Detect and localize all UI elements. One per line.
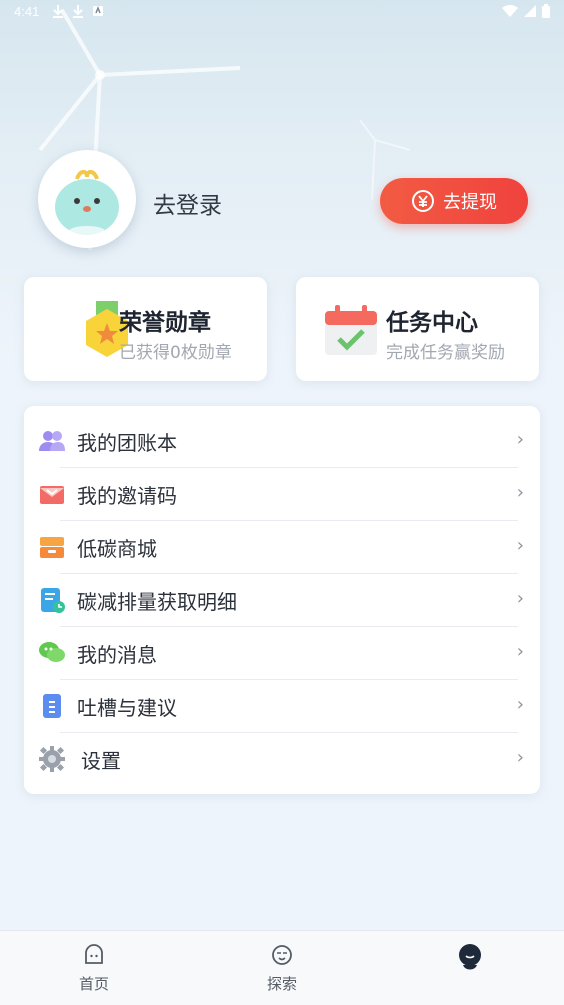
chevron-right-icon: ›	[516, 694, 524, 715]
download-icon	[73, 5, 83, 18]
store-icon	[40, 537, 64, 558]
mine-avatar-icon	[459, 944, 481, 970]
menu-item-low-carbon-store[interactable]: 低碳商城 ›	[24, 520, 540, 573]
honor-medal-card[interactable]: 荣誉勋章 已获得0枚勋章	[24, 277, 267, 381]
chat-icon	[39, 642, 65, 662]
menu-item-messages[interactable]: 我的消息 ›	[24, 626, 540, 679]
status-bar: 4:41	[0, 0, 564, 24]
home-face-icon	[85, 944, 103, 964]
system-icons	[502, 4, 550, 18]
withdraw-label: 去提现	[443, 192, 497, 213]
menu-label: 我的邀请码	[77, 484, 177, 508]
download-icon	[53, 5, 63, 18]
menu-list: 我的团账本 › 我的邀请码 › 低碳商城 › 碳减排量获取明细 › 我的消息 ›…	[24, 406, 540, 794]
menu-label: 吐槽与建议	[77, 696, 177, 720]
menu-label: 我的消息	[77, 643, 157, 667]
menu-item-group-ledger[interactable]: 我的团账本 ›	[24, 414, 540, 467]
chevron-right-icon: ›	[516, 747, 524, 768]
envelope-icon	[40, 486, 64, 504]
explore-face-icon	[272, 945, 292, 965]
login-link[interactable]: 去登录	[153, 186, 222, 220]
signal-icon	[524, 5, 536, 17]
calendar-check-icon	[325, 305, 377, 355]
menu-item-settings[interactable]: 设置 ›	[24, 732, 540, 785]
task-subtitle: 完成任务赢奖励	[386, 343, 505, 363]
notification-icons	[52, 4, 104, 18]
menu-label: 低碳商城	[77, 537, 157, 561]
gear-icon	[39, 746, 65, 772]
task-center-card[interactable]: 任务中心 完成任务赢奖励	[296, 277, 539, 381]
chevron-right-icon: ›	[516, 482, 524, 503]
wifi-icon	[502, 4, 518, 18]
honor-subtitle: 已获得0枚勋章	[119, 343, 232, 363]
chevron-right-icon: ›	[516, 588, 524, 609]
task-title: 任务中心	[386, 310, 478, 336]
bottom-tab-bar: 首页 探索	[0, 930, 564, 1005]
tab-label: 探索	[266, 975, 297, 993]
withdraw-button[interactable]: 去提现	[380, 178, 528, 224]
chevron-right-icon: ›	[516, 429, 524, 450]
mascot-avatar-icon	[55, 170, 119, 236]
yuan-coin-icon	[412, 190, 434, 212]
tab-explore[interactable]: 探索	[242, 943, 322, 994]
tab-label: 首页	[78, 975, 109, 993]
battery-icon	[542, 4, 550, 18]
avatar[interactable]	[38, 150, 136, 248]
menu-item-carbon-reduction-detail[interactable]: 碳减排量获取明细 ›	[24, 573, 540, 626]
chevron-right-icon: ›	[516, 535, 524, 556]
group-icon	[39, 431, 65, 451]
menu-label: 碳减排量获取明细	[77, 590, 237, 614]
honor-title: 荣誉勋章	[119, 310, 211, 336]
menu-label: 设置	[81, 749, 121, 773]
document-icon	[43, 694, 61, 718]
menu-label: 我的团账本	[77, 431, 177, 455]
menu-item-feedback[interactable]: 吐槽与建议 ›	[24, 679, 540, 732]
record-icon	[41, 588, 65, 613]
tab-home[interactable]: 首页	[54, 943, 134, 994]
tab-mine[interactable]	[430, 943, 510, 979]
status-time: 4:41	[14, 4, 40, 19]
app-notification-icon	[93, 5, 103, 16]
chevron-right-icon: ›	[516, 641, 524, 662]
menu-item-invite-code[interactable]: 我的邀请码 ›	[24, 467, 540, 520]
